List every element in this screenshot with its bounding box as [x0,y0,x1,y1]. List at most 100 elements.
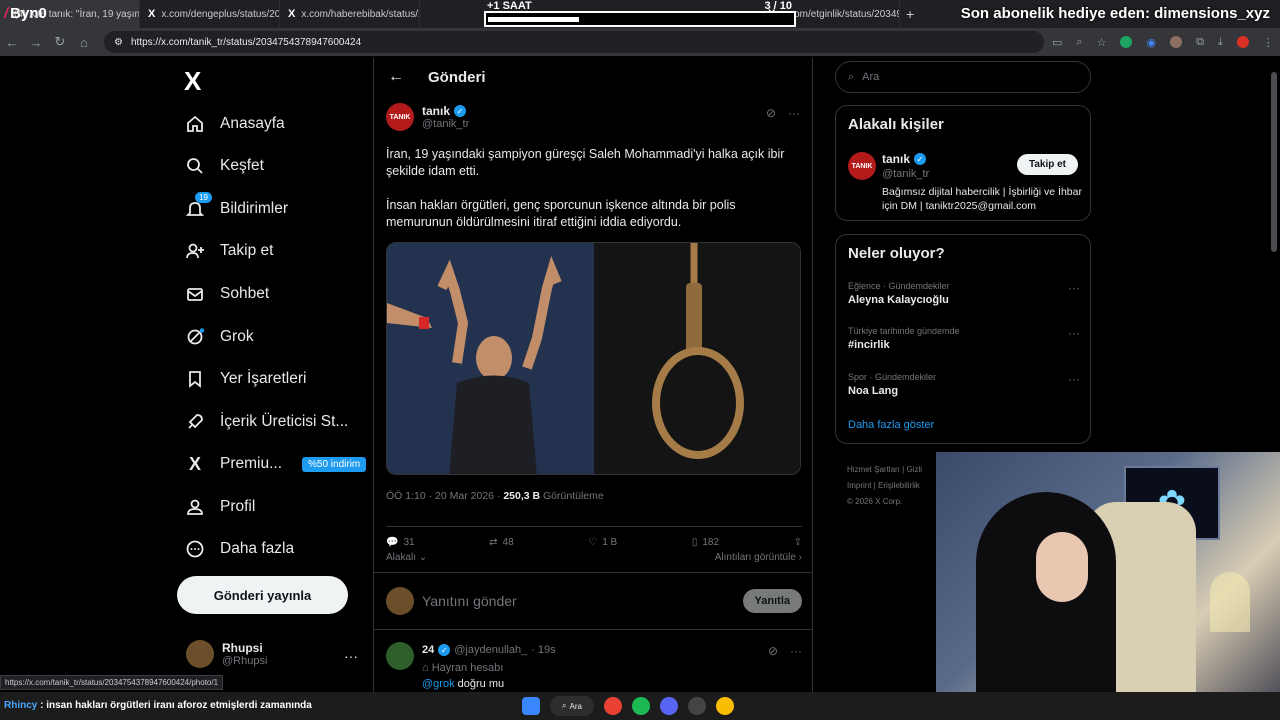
obs-icon[interactable] [688,697,706,715]
author-name[interactable]: tanık [422,104,450,118]
related-dropdown[interactable]: Alakalı ⌄ [386,552,427,563]
tweet-author[interactable]: TANIK tanık ✓ @tanik_tr [386,103,469,131]
url-field[interactable]: ⚙ https://x.com/tanik_tr/status/20347543… [104,31,1044,53]
avatar[interactable] [386,642,414,670]
footer-link[interactable]: Hizmet Şartları [847,465,900,474]
home-icon[interactable]: ⌂ [72,35,96,50]
trend-item[interactable]: Türkiye tarihinde gündemde #incirlik ··· [848,326,1080,351]
tweet-timestamp[interactable]: ÖÖ 1:10 · 20 Mar 2026 · [386,490,503,502]
author-handle[interactable]: @tanik_tr [422,118,469,130]
grok-icon[interactable]: ⊘ [766,106,776,120]
bookmark-star-icon[interactable]: ☆ [1097,36,1107,49]
view-quotes-link[interactable]: Alıntıları görüntüle › [715,552,802,563]
sidebar-item-notifications[interactable]: 19 Bildirimler [184,192,288,223]
verified-badge-icon: ✓ [454,105,467,117]
post-button[interactable]: Gönderi yayınla [177,576,348,614]
follow-button[interactable]: Takip et [1016,154,1078,175]
spotify-icon[interactable] [632,697,650,715]
grok-icon[interactable]: ⊘ [768,644,778,658]
sidebar-item-label: Keşfet [220,157,264,174]
like-action[interactable]: ♡ 1 B [588,537,617,548]
trend-item[interactable]: Eğlence · Gündemdekiler Aleyna Kalaycıoğ… [848,281,1080,306]
reply-body: doğru mu [454,678,505,690]
reply-action[interactable]: 💬 31 [386,537,415,548]
trend-item[interactable]: Spor · Gündemdekiler Noa Lang ··· [848,372,1080,397]
grok-icon [184,326,206,348]
sidebar-item-chat[interactable]: Sohbet [184,280,269,308]
back-arrow-icon[interactable]: ← [0,35,24,50]
sidebar-item-follow[interactable]: Takip et [184,237,273,265]
more-options-icon[interactable]: ··· [1068,326,1080,340]
sidebar-item-profile[interactable]: Profil [184,493,255,521]
bookmark-action[interactable]: ▯ 182 [692,537,719,548]
share-action[interactable]: ⇪ [794,537,802,548]
sidebar-item-grok[interactable]: Grok [184,323,254,351]
sidebar-item-label: Profil [220,498,256,515]
account-name: Rhupsi [222,641,263,655]
mention-link[interactable]: @grok [422,678,455,690]
more-options-icon[interactable]: ··· [790,644,802,658]
sidebar-item-creator-studio[interactable]: İçerik Üreticisi St... [184,408,348,436]
chrome-icon[interactable] [604,697,622,715]
avatar [186,640,214,668]
discord-icon[interactable] [660,697,678,715]
account-switcher[interactable]: Rhupsi @Rhupsi [186,640,267,668]
footer-link[interactable]: Imprint [847,481,871,490]
more-options-icon[interactable]: ··· [788,106,800,120]
search-input[interactable]: ⌕ Ara [835,61,1091,93]
more-icon [184,538,206,560]
zoom-icon[interactable]: ⌕ [1076,36,1082,49]
sidebar-item-home[interactable]: Anasayfa [184,110,285,138]
verified-badge-icon: ✓ [914,153,927,165]
show-more-link[interactable]: Daha fazla göster [848,419,934,431]
browser-tab[interactable]: X x.com/dengeplus/status/20346 [140,0,280,28]
site-info-icon[interactable]: ⚙ [114,37,123,48]
reply-button[interactable]: Yanıtla [742,589,802,613]
wrestler-photo[interactable] [387,243,594,474]
account-more-icon[interactable]: ··· [344,648,358,664]
puzzle-icon[interactable]: ⧉ [1196,36,1204,49]
back-arrow-icon[interactable]: ← [388,68,404,86]
tweet-media[interactable] [386,242,801,475]
reply-count: 31 [403,537,415,548]
sidebar-item-more[interactable]: Daha fazla [184,535,294,563]
sidebar-item-premium[interactable]: X Premiu... %50 indirim [184,450,367,478]
reply-author[interactable]: 24 ✓ @jaydenullah_ · 19s [422,644,556,656]
repost-action[interactable]: ⇄ 48 [489,537,514,548]
more-options-icon[interactable]: ··· [1068,281,1080,295]
taskbar-search[interactable]: ⌕ Ara [550,696,594,716]
reply-subtitle-text: Hayran hesabı [431,662,504,674]
streamer [976,492,1116,720]
sidebar-item-bookmarks[interactable]: Yer İşaretleri [184,365,306,393]
download-icon[interactable]: ⤓ [1218,36,1223,49]
cast-icon[interactable]: ▭ [1052,36,1062,49]
avatar[interactable]: TANIK [848,152,876,180]
extension-icon[interactable] [1170,36,1183,48]
more-options-icon[interactable]: ··· [1068,372,1080,386]
audio-extension-icon[interactable]: ◉ [1146,36,1156,49]
avatar[interactable]: TANIK [386,103,414,131]
sidebar-item-label: Daha fazla [220,540,295,557]
trend-title: #incirlik [848,339,890,351]
page-scrollbar[interactable] [1270,58,1278,450]
reply-input[interactable]: Yanıtını gönder [422,593,735,609]
trend-context: Türkiye tarihinde gündemde [848,326,960,336]
windows-start-icon[interactable] [522,697,540,715]
related-handle[interactable]: @tanik_tr [882,168,929,180]
chrome-profile-icon[interactable] [716,697,734,715]
footer-link[interactable]: Erişilebilirlik [878,481,920,490]
profile-avatar-icon[interactable] [1236,36,1249,48]
menu-dots-icon[interactable]: ⋮ [1263,36,1274,49]
browser-tab[interactable]: X x.com/haberebibak/status/203 [280,0,420,28]
reload-icon[interactable]: ↻ [48,34,72,50]
footer-link[interactable]: Gizli [906,465,922,474]
shield-extension-icon[interactable] [1120,36,1133,48]
new-tab-icon[interactable]: + [906,6,914,22]
lamp [1210,572,1250,632]
noose-photo[interactable] [594,243,800,474]
scrollbar-thumb[interactable] [1271,72,1277,252]
related-name[interactable]: tanık ✓ [882,152,927,166]
sidebar-item-explore[interactable]: Keşfet [184,152,264,180]
forward-arrow-icon[interactable]: → [24,35,48,50]
x-logo-icon[interactable]: X [184,66,201,97]
